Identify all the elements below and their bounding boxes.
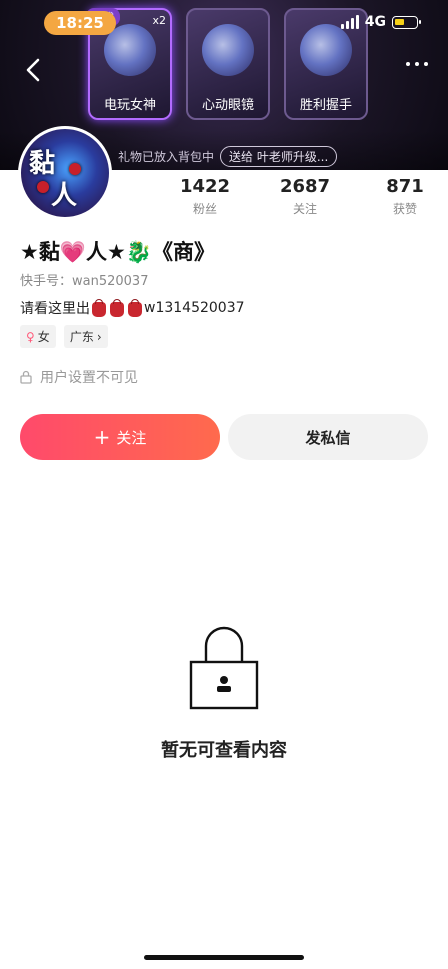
stat-value: 1422 <box>179 176 231 197</box>
network-type: 4G <box>364 14 386 30</box>
more-icon[interactable] <box>406 62 428 66</box>
gift-multiplier: x2 <box>152 14 166 27</box>
female-icon: ♀ <box>26 329 35 344</box>
stat-value: 2687 <box>279 176 331 197</box>
gift-label: 心动眼镜 <box>201 98 254 113</box>
profile-tags: ♀ 女 广东 › <box>20 325 108 348</box>
bio-id: w1314520037 <box>144 300 245 316</box>
nickname: ★黏💗人★🐉《商》 <box>20 240 215 264</box>
gift-label: 电玩女神 <box>103 98 156 113</box>
gift-label: 胜利握手 <box>299 98 352 113</box>
signal-icon <box>340 15 359 29</box>
gift-strip: 礼物已放入背包中 送给 叶老师升级... <box>118 146 338 167</box>
status-time: 18:25 <box>44 11 116 35</box>
avatar[interactable]: 黏 人 <box>18 126 112 220</box>
gift-image <box>202 24 254 76</box>
region-label: 广东 <box>69 330 94 344</box>
home-indicator[interactable] <box>144 955 304 960</box>
status-icons: 4G <box>340 14 421 30</box>
stat-label: 获赞 <box>392 202 417 216</box>
follow-label: 关注 <box>116 428 147 447</box>
privacy-notice: 用户设置不可见 <box>20 367 138 387</box>
stat-likes[interactable]: 871 获赞 <box>370 176 440 217</box>
avatar-char-2: 人 <box>51 181 78 211</box>
stat-value: 871 <box>386 176 424 197</box>
stat-label: 粉丝 <box>192 202 217 216</box>
gift-send-button[interactable]: 送给 叶老师升级... <box>220 146 338 167</box>
gender-label: 女 <box>37 330 50 344</box>
lock-small-icon <box>20 370 32 384</box>
region-tag[interactable]: 广东 › <box>63 325 108 348</box>
privacy-text: 用户设置不可见 <box>40 370 138 386</box>
empty-state-text: 暂无可查看内容 <box>161 740 287 761</box>
follow-button[interactable]: + 关注 <box>20 414 220 460</box>
stat-fans[interactable]: 1422 粉丝 <box>170 176 240 217</box>
battery-icon <box>392 15 421 29</box>
plus-icon: + <box>93 425 111 449</box>
bag-icon <box>110 298 124 317</box>
bag-icon <box>128 298 142 317</box>
stat-label: 关注 <box>292 202 317 216</box>
bag-icon <box>92 298 106 317</box>
gift-card-2[interactable]: 心动眼镜 <box>186 8 270 120</box>
message-label: 发私信 <box>305 428 351 447</box>
stat-following[interactable]: 2687 关注 <box>270 176 340 217</box>
gift-image <box>300 24 352 76</box>
kuaishou-id: 快手号：wan520037 <box>20 274 149 289</box>
gender-tag: ♀ 女 <box>20 325 56 348</box>
back-icon[interactable] <box>22 56 46 84</box>
bio: 请看这里出 w1314520037 <box>20 298 245 318</box>
chevron-right-icon: › <box>96 329 102 344</box>
lock-icon <box>189 626 259 710</box>
message-button[interactable]: 发私信 <box>228 414 428 460</box>
gift-strip-text: 礼物已放入背包中 <box>118 150 215 164</box>
bio-text: 请看这里出 <box>20 301 90 317</box>
stats-row: 1422 粉丝 2687 关注 871 获赞 <box>170 176 440 217</box>
